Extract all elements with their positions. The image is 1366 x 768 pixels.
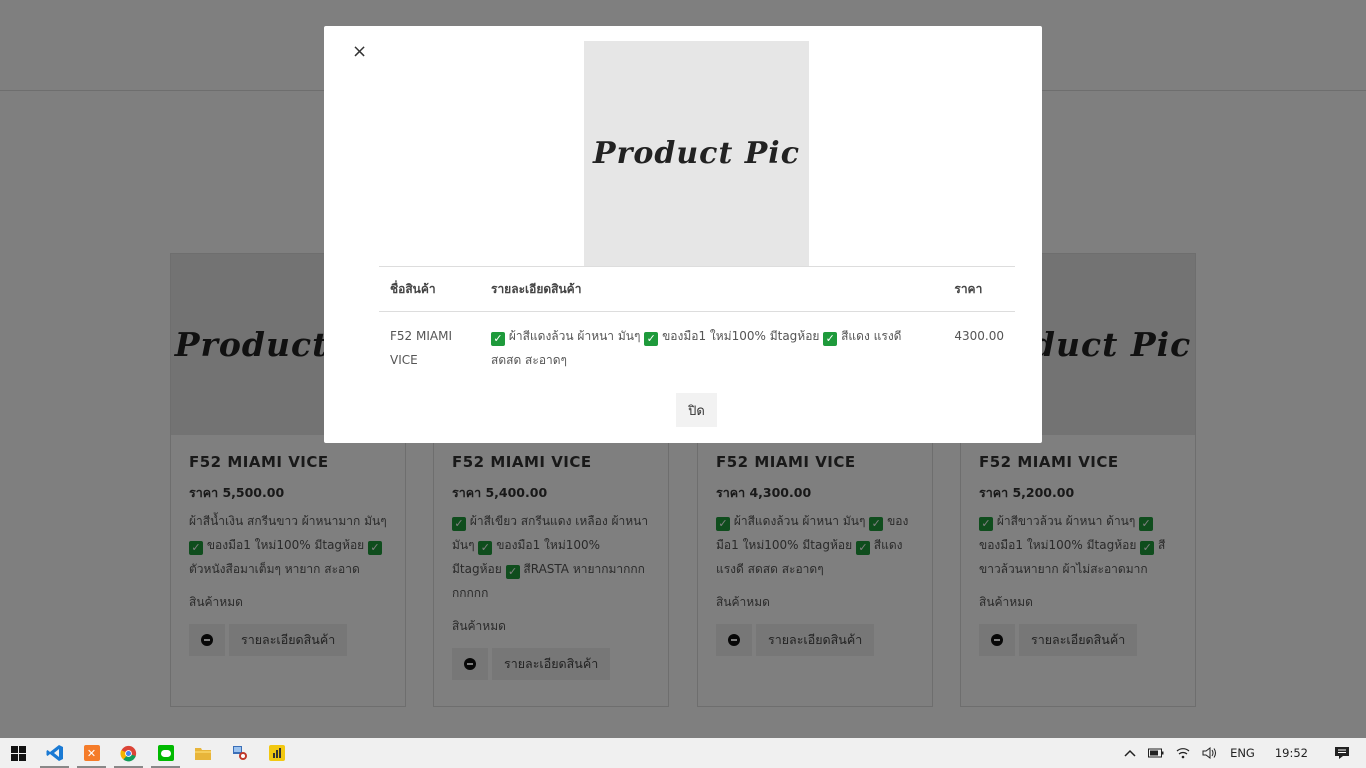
- column-header-price: ราคา: [943, 266, 1015, 312]
- detail-part: ของมือ1 ใหม่100% มีtagห้อย: [662, 329, 820, 343]
- close-icon[interactable]: ×: [352, 42, 367, 62]
- windows-taskbar: ✕ ENG 19:52: [0, 738, 1366, 768]
- table-row: F52 MIAMI VICE ✓ ผ้าสีแดงล้วน ผ้าหนา มัน…: [379, 312, 1015, 385]
- line-icon[interactable]: [147, 738, 184, 768]
- power-bi-icon[interactable]: [258, 738, 295, 768]
- volume-icon[interactable]: [1196, 747, 1224, 759]
- cell-product-price: 4300.00: [954, 329, 1004, 343]
- table-header-row: ชื่อสินค้า รายละเอียดสินค้า ราคา: [379, 266, 1015, 312]
- notifications-icon[interactable]: [1326, 746, 1366, 760]
- modal-product-image: Product Pic: [584, 41, 809, 266]
- clock[interactable]: 19:52: [1261, 746, 1326, 760]
- close-button[interactable]: ปิด: [676, 393, 717, 427]
- column-header-detail: รายละเอียดสินค้า: [480, 266, 944, 312]
- detail-part: ผ้าสีแดงล้วน ผ้าหนา มันๆ: [508, 329, 641, 343]
- language-indicator[interactable]: ENG: [1224, 746, 1261, 760]
- cell-product-name: F52 MIAMI VICE: [390, 329, 452, 367]
- product-detail-modal: × Product Pic ชื่อสินค้า รายละเอียดสินค้…: [324, 26, 1042, 443]
- cell-product-detail: ✓ ผ้าสีแดงล้วน ผ้าหนา มันๆ ✓ ของมือ1 ใหม…: [480, 312, 943, 385]
- windows-start-icon[interactable]: [0, 738, 36, 768]
- check-mark-icon: ✓: [823, 332, 838, 346]
- check-mark-icon: ✓: [491, 332, 505, 346]
- column-header-name: ชื่อสินค้า: [379, 266, 480, 312]
- system-tray: ENG 19:52: [1118, 738, 1366, 768]
- chrome-icon[interactable]: [110, 738, 147, 768]
- file-explorer-icon[interactable]: [184, 738, 221, 768]
- wifi-icon[interactable]: [1170, 747, 1196, 759]
- vscode-icon[interactable]: [36, 738, 73, 768]
- chevron-up-icon[interactable]: [1118, 749, 1142, 757]
- check-mark-icon: ✓: [644, 332, 659, 346]
- network-tool-icon[interactable]: [221, 738, 258, 768]
- xampp-icon[interactable]: ✕: [73, 738, 110, 768]
- product-detail-table: ชื่อสินค้า รายละเอียดสินค้า ราคา F52 MIA…: [379, 266, 1015, 384]
- battery-icon[interactable]: [1142, 748, 1170, 758]
- modal-product-image-text: Product Pic: [593, 136, 800, 171]
